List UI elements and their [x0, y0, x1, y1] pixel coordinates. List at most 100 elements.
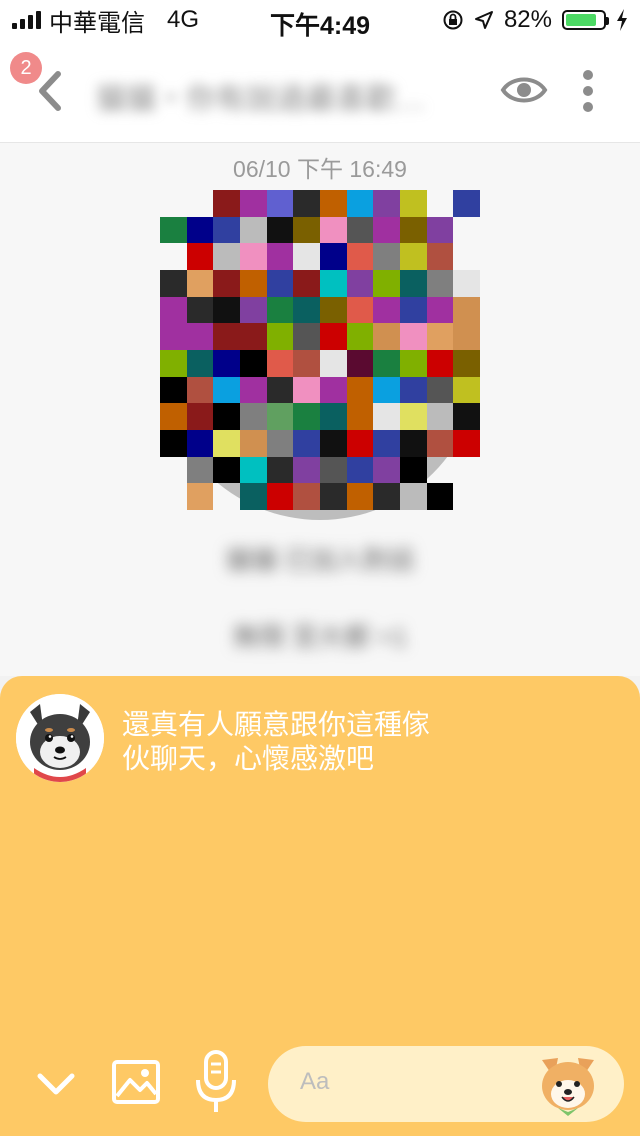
input-placeholder: Aa [300, 1068, 330, 1095]
mosaic-cell [399, 216, 427, 244]
mosaic-cell [426, 376, 454, 404]
chevron-down-icon[interactable] [34, 1064, 78, 1104]
mosaic-cell [427, 190, 454, 217]
mosaic-cell [319, 483, 347, 510]
mosaic-cell [160, 349, 187, 377]
mosaic-cell [293, 456, 320, 484]
mosaic-cell [319, 403, 347, 430]
mosaic-cell [213, 296, 240, 324]
mosaic-cell [453, 457, 480, 484]
mosaic-cell [160, 483, 187, 510]
mosaic-cell [453, 243, 480, 270]
shiba-sticker-icon[interactable] [532, 1050, 604, 1118]
mosaic-cell [160, 323, 187, 350]
mosaic-cell [373, 349, 400, 377]
mosaic-cell [186, 243, 214, 270]
mosaic-cell [293, 269, 320, 297]
mosaic-cell [293, 296, 320, 324]
mosaic-cell [399, 376, 427, 404]
mosaic-cell [160, 403, 187, 430]
mosaic-cell [399, 429, 427, 457]
mosaic-cell [399, 243, 427, 270]
mosaic-cell [239, 483, 267, 510]
mosaic-cell [266, 376, 294, 404]
mosaic-cell [373, 243, 400, 270]
mosaic-cell [346, 456, 374, 484]
mosaic-cell [239, 376, 267, 404]
mosaic-cell [213, 190, 240, 217]
mosaic-cell [239, 296, 267, 324]
bot-avatar [16, 694, 104, 782]
mosaic-cell [319, 349, 347, 377]
mosaic-cell [319, 376, 347, 404]
mosaic-cell [319, 216, 347, 244]
mosaic-cell [373, 456, 400, 484]
mosaic-cell [266, 429, 294, 457]
mosaic-cell [213, 349, 240, 377]
mosaic-cell [293, 349, 320, 377]
eye-icon[interactable] [500, 70, 548, 110]
mosaic-cell [186, 323, 214, 350]
mosaic-cell [266, 269, 294, 297]
mosaic-cell [239, 323, 267, 350]
mosaic-cell [319, 190, 347, 217]
mosaic-cell [186, 269, 214, 297]
mosaic-cell [426, 483, 454, 510]
mosaic-cell [239, 243, 267, 270]
mosaic-cell [213, 269, 240, 297]
mosaic-cell [399, 483, 427, 510]
image-icon[interactable] [110, 1056, 162, 1108]
pixelated-avatar-mosaic [160, 190, 480, 510]
mosaic-cell [160, 243, 187, 270]
mosaic-cell [239, 349, 267, 377]
mosaic-cell [186, 376, 214, 404]
mosaic-cell [213, 243, 240, 270]
mosaic-cell [213, 456, 240, 484]
mosaic-cell [399, 296, 427, 324]
message-input[interactable]: Aa [268, 1046, 624, 1122]
mosaic-cell [293, 190, 320, 217]
blurred-system-message: 貓貓 已加入對話 [225, 545, 415, 575]
mosaic-cell [346, 323, 374, 350]
mosaic-cell [453, 190, 480, 217]
mosaic-cell [213, 323, 240, 350]
mosaic-cell [426, 243, 454, 270]
mosaic-cell [399, 456, 427, 484]
mosaic-cell [160, 457, 187, 484]
mosaic-cell [239, 269, 267, 297]
mosaic-cell [293, 483, 320, 510]
mosaic-cell [266, 216, 294, 244]
mosaic-cell [213, 376, 240, 404]
mosaic-cell [293, 376, 320, 404]
mosaic-cell [346, 429, 374, 457]
microphone-icon[interactable] [192, 1048, 240, 1118]
dog-face-icon [16, 694, 104, 782]
mosaic-cell [160, 190, 187, 217]
bot-panel: 還真有人願意跟你這種傢 伙聊天，心懷感激吧 Aa [0, 676, 640, 1136]
mosaic-cell [293, 243, 320, 270]
mosaic-cell [160, 376, 187, 404]
mosaic-cell [266, 349, 294, 377]
mosaic-cell [399, 349, 427, 377]
bot-message: 還真有人願意跟你這種傢 伙聊天，心懷感激吧 [122, 708, 482, 776]
mosaic-cell [160, 216, 187, 244]
battery-icon [562, 10, 609, 30]
mosaic-cell [239, 429, 267, 457]
mosaic-cell [373, 403, 400, 430]
mosaic-cell [266, 243, 294, 270]
mosaic-cell [239, 403, 267, 430]
mosaic-cell [293, 429, 320, 457]
mosaic-cell [293, 403, 320, 430]
mosaic-cell [453, 376, 480, 404]
charging-bolt-icon [617, 9, 627, 31]
status-bar: 中華電信 4G 下午4:49 82% [0, 0, 640, 40]
status-right: 82% [442, 6, 628, 34]
mosaic-cell [346, 243, 374, 270]
more-options-icon[interactable] [568, 66, 608, 116]
mosaic-cell [186, 349, 214, 377]
mosaic-cell [373, 376, 400, 404]
mosaic-cell [239, 456, 267, 484]
mosaic-cell [213, 216, 240, 244]
mosaic-cell [373, 296, 400, 324]
mosaic-cell [399, 323, 427, 350]
